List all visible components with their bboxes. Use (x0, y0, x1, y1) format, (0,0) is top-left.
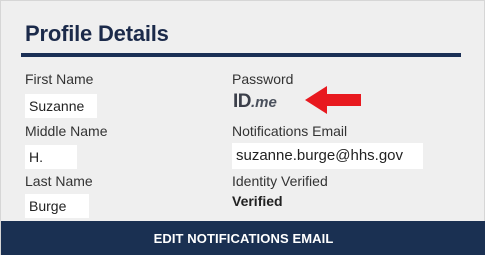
last-name-label: Last Name (25, 173, 93, 189)
identity-verified-label: Identity Verified (232, 173, 328, 189)
idme-logo-id: ID (233, 91, 252, 112)
middle-name-value: H. (25, 145, 77, 169)
password-label: Password (232, 71, 294, 87)
red-left-arrow-icon (305, 86, 361, 114)
notifications-email-value: suzanne.burge@hhs.gov (232, 143, 423, 169)
last-name-value: Burge (25, 194, 89, 218)
title-divider (21, 53, 461, 57)
first-name-value: Suzanne (25, 94, 97, 118)
edit-notifications-email-button[interactable]: EDIT NOTIFICATIONS EMAIL (1, 221, 485, 255)
first-name-label: First Name (25, 71, 94, 87)
page-title: Profile Details (25, 21, 169, 46)
identity-verified-value: Verified (232, 193, 283, 209)
middle-name-label: Middle Name (25, 123, 108, 139)
idme-logo-me: .me (251, 94, 277, 111)
notifications-email-label: Notifications Email (232, 123, 348, 139)
idme-logo: ID .me (233, 91, 277, 112)
profile-details-card: Profile Details First Name Suzanne Middl… (0, 0, 485, 255)
